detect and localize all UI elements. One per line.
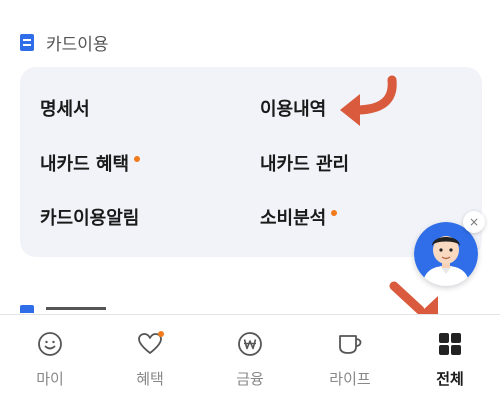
close-icon: ×: [468, 215, 480, 229]
menu-item-label: 카드이용알림: [40, 208, 140, 229]
section-title: 카드이용: [46, 34, 109, 55]
card-menu-panel: 명세서 이용내역 내카드 혜택 내카드 관리 카드이용알림 소비분석: [20, 67, 482, 257]
nav-label: 금융: [236, 370, 264, 388]
nav-label: 혜택: [136, 370, 164, 388]
new-badge-dot: [158, 331, 164, 337]
cup-icon: [335, 329, 365, 359]
new-badge-dot: [331, 210, 338, 216]
menu-item-label: 명세서: [40, 99, 90, 120]
document-icon: [20, 33, 34, 51]
nav-item-benefits[interactable]: 혜택: [100, 315, 200, 402]
menu-item-card-usage-alert[interactable]: 카드이용알림: [40, 204, 139, 230]
nav-label: 라이프: [329, 370, 371, 388]
won-icon: [235, 329, 265, 359]
next-section-header: [20, 305, 120, 313]
menu-item-statement[interactable]: 명세서: [40, 95, 90, 121]
menu-item-usage-history[interactable]: 이용내역: [260, 95, 326, 121]
annotation-arrow-icon: [340, 75, 397, 126]
section-header: 카드이용: [20, 28, 109, 56]
menu-item-label: 내카드 관리: [260, 154, 350, 175]
nav-item-my[interactable]: 마이: [0, 315, 100, 402]
menu-item-label: 내카드 혜택: [40, 154, 130, 175]
nav-label: 전체: [436, 370, 464, 388]
menu-item-label: 소비분석: [260, 208, 327, 229]
nav-item-life[interactable]: 라이프: [300, 315, 400, 402]
new-badge-dot: [134, 156, 141, 162]
smile-icon: [35, 329, 65, 359]
nav-label: 마이: [36, 370, 64, 388]
menu-item-my-card-benefits[interactable]: 내카드 혜택: [40, 150, 141, 176]
grid-icon: [435, 329, 465, 359]
menu-item-label: 이용내역: [260, 99, 327, 120]
next-section-title-cropped: [46, 307, 106, 311]
nav-item-finance[interactable]: 금융: [200, 315, 300, 402]
nav-item-all[interactable]: 전체: [400, 315, 500, 402]
heart-icon: [135, 329, 165, 359]
close-avatar-button[interactable]: ×: [463, 211, 485, 233]
menu-item-my-card-management[interactable]: 내카드 관리: [260, 150, 349, 176]
document-icon: [20, 305, 34, 313]
menu-item-spending-analysis[interactable]: 소비분석: [260, 204, 338, 230]
bottom-navigation: 마이 혜택 금융 라이프 전체: [0, 314, 500, 402]
